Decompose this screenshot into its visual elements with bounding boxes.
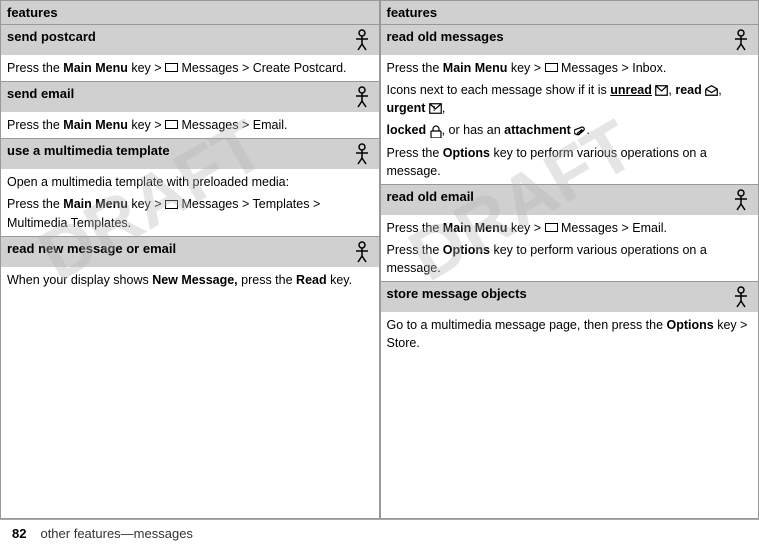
send-postcard-header: send postcard bbox=[1, 25, 379, 55]
envelope-icon-3 bbox=[165, 200, 178, 209]
accessibility-icon-7 bbox=[730, 286, 752, 308]
accessibility-icon-3 bbox=[351, 143, 373, 165]
right-column: features read old messages bbox=[380, 0, 759, 519]
multimedia-template-body: Open a multimedia template with preloade… bbox=[1, 169, 379, 235]
read-old-messages-options: Press the Options key to perform various… bbox=[387, 144, 753, 180]
read-new-body: When your display shows New Message, pre… bbox=[1, 267, 379, 293]
right-header-label: features bbox=[387, 5, 438, 20]
read-old-messages-icons-desc2: locked , or has an attachment . bbox=[387, 121, 753, 139]
read-new-header: read new message or email bbox=[1, 237, 379, 267]
send-postcard-text: Press the Main Menu key > Messages > Cre… bbox=[7, 59, 373, 77]
unread-msg-icon bbox=[655, 85, 668, 96]
envelope-icon-1 bbox=[165, 63, 178, 72]
read-new-text: When your display shows New Message, pre… bbox=[7, 271, 373, 289]
send-email-body: Press the Main Menu key > Messages > Ema… bbox=[1, 112, 379, 138]
send-postcard-body: Press the Main Menu key > Messages > Cre… bbox=[1, 55, 379, 81]
send-postcard-title: send postcard bbox=[7, 29, 96, 44]
envelope-icon-4 bbox=[545, 63, 558, 72]
accessibility-icon-6 bbox=[730, 189, 752, 211]
multimedia-template-desc: Open a multimedia template with preloade… bbox=[7, 173, 373, 191]
read-old-email-options: Press the Options key to perform various… bbox=[387, 241, 753, 277]
accessibility-icon-2 bbox=[351, 86, 373, 108]
section-store-message: store message objects Go to a multimedia… bbox=[381, 282, 759, 356]
left-header-label: features bbox=[7, 5, 58, 20]
svg-text:!: ! bbox=[433, 106, 435, 113]
read-msg-icon bbox=[705, 85, 718, 96]
left-column: features send postcard bbox=[0, 0, 380, 519]
send-email-title: send email bbox=[7, 86, 74, 101]
footer: 82 other features—messages bbox=[0, 519, 759, 547]
footer-text: other features—messages bbox=[40, 526, 192, 541]
multimedia-template-header: use a multimedia template bbox=[1, 139, 379, 169]
read-old-email-header: read old email bbox=[381, 185, 759, 215]
section-read-old-email: read old email Press the Main Menu key >… bbox=[381, 185, 759, 282]
page-number: 82 bbox=[12, 526, 26, 541]
read-old-messages-icons-desc: Icons next to each message show if it is… bbox=[387, 81, 753, 117]
page: DRAFT DRAFT features send postcard bbox=[0, 0, 759, 547]
section-multimedia-template: use a multimedia template Open a multime… bbox=[1, 139, 379, 236]
read-old-email-body: Press the Main Menu key > Messages > Ema… bbox=[381, 215, 759, 281]
right-col-header: features bbox=[381, 1, 759, 25]
accessibility-icon-4 bbox=[351, 241, 373, 263]
store-message-header: store message objects bbox=[381, 282, 759, 312]
lock-icon bbox=[430, 125, 442, 138]
read-old-messages-header: read old messages bbox=[381, 25, 759, 55]
read-old-messages-steps: Press the Main Menu key > Messages > Inb… bbox=[387, 59, 753, 77]
section-send-postcard: send postcard Press the Main Menu key > … bbox=[1, 25, 379, 82]
read-old-messages-body: Press the Main Menu key > Messages > Inb… bbox=[381, 55, 759, 184]
read-old-email-title: read old email bbox=[387, 189, 474, 204]
send-email-text: Press the Main Menu key > Messages > Ema… bbox=[7, 116, 373, 134]
accessibility-icon-1 bbox=[351, 29, 373, 51]
read-old-email-steps: Press the Main Menu key > Messages > Ema… bbox=[387, 219, 753, 237]
store-message-text: Go to a multimedia message page, then pr… bbox=[387, 316, 753, 352]
left-col-header: features bbox=[1, 1, 379, 25]
multimedia-template-title: use a multimedia template bbox=[7, 143, 170, 158]
read-new-title: read new message or email bbox=[7, 241, 176, 256]
section-read-new: read new message or email When your disp… bbox=[1, 237, 379, 293]
store-message-title: store message objects bbox=[387, 286, 527, 301]
read-old-messages-title: read old messages bbox=[387, 29, 504, 44]
store-message-body: Go to a multimedia message page, then pr… bbox=[381, 312, 759, 356]
attachment-icon bbox=[574, 125, 586, 138]
multimedia-template-steps: Press the Main Menu key > Messages > Tem… bbox=[7, 195, 373, 231]
send-email-header: send email bbox=[1, 82, 379, 112]
section-send-email: send email Press the Main Menu key > Mes… bbox=[1, 82, 379, 139]
accessibility-icon-5 bbox=[730, 29, 752, 51]
envelope-icon-5 bbox=[545, 223, 558, 232]
envelope-icon-2 bbox=[165, 120, 178, 129]
content-area: features send postcard bbox=[0, 0, 759, 519]
section-read-old-messages: read old messages Press the Main Menu ke… bbox=[381, 25, 759, 185]
urgent-msg-icon: ! bbox=[429, 103, 442, 114]
